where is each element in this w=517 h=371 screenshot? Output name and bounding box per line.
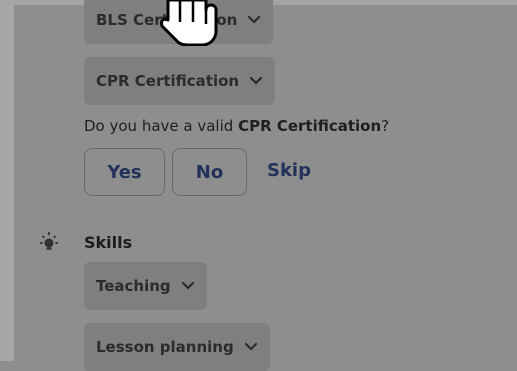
- skill-chip-teaching[interactable]: Teaching: [84, 262, 207, 310]
- skill-chip-lesson-planning[interactable]: Lesson planning: [84, 323, 270, 371]
- no-button[interactable]: No: [172, 148, 247, 196]
- question-emphasis: CPR Certification: [238, 117, 382, 135]
- skill-chip-label: Lesson planning: [96, 338, 234, 356]
- chevron-down-icon: [249, 76, 263, 86]
- certification-question: Do you have a valid CPR Certification?: [84, 117, 389, 135]
- chevron-down-icon: [247, 15, 261, 25]
- certification-chip-cpr[interactable]: CPR Certification: [84, 57, 276, 105]
- lightbulb-icon: [36, 229, 62, 255]
- hand-pointer-icon: [158, 0, 224, 47]
- skill-chip-label: Teaching: [96, 277, 171, 295]
- skip-link[interactable]: Skip: [267, 160, 311, 181]
- skills-heading: Skills: [84, 233, 133, 252]
- chevron-down-icon: [244, 342, 258, 352]
- question-suffix: ?: [381, 117, 390, 135]
- certification-chip-label: CPR Certification: [96, 72, 240, 90]
- left-border: [0, 0, 14, 361]
- yes-button[interactable]: Yes: [84, 148, 165, 196]
- question-prefix: Do you have a valid: [84, 117, 239, 135]
- chevron-down-icon: [181, 281, 195, 291]
